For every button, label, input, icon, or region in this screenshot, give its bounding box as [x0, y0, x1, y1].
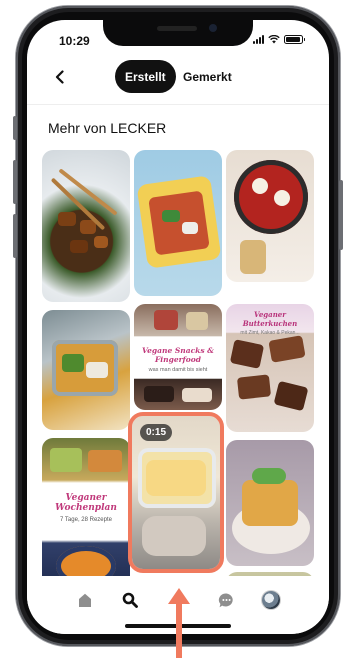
- back-button[interactable]: [47, 64, 73, 90]
- wifi-icon: [268, 35, 280, 44]
- status-icons: [253, 35, 305, 44]
- pin-vegan-snacks[interactable]: Vegane Snacks & Fingerfood was man damit…: [134, 304, 222, 410]
- tab-saved[interactable]: Gemerkt: [183, 60, 232, 93]
- speaker-grill: [157, 26, 197, 31]
- status-time: 10:29: [59, 34, 90, 48]
- nav-home[interactable]: [71, 586, 99, 614]
- pin-butter-cake-subtitle: mit Zimt, Kakao & Pekan...: [240, 330, 300, 336]
- pin-vegan-weekplan[interactable]: Veganer Wochenplan 7 Tage, 28 Rezepte: [42, 438, 130, 588]
- pointer-arrow-icon: [168, 588, 190, 658]
- pin-weekplan-title: Veganer Wochenplan: [55, 493, 117, 513]
- power-button: [339, 180, 343, 250]
- phone-screen: 10:29 Erstellt Gemerkt Mehr von LECKER V…: [27, 20, 329, 634]
- home-icon: [79, 593, 91, 607]
- notch: [103, 20, 253, 46]
- pin-shakshuka[interactable]: [226, 150, 314, 282]
- pin-teriyaki-tofu[interactable]: [42, 150, 130, 302]
- pin-baked-vegetables[interactable]: [134, 150, 222, 296]
- pin-snacks-subtitle: was man damit bis sieht: [148, 367, 208, 373]
- silent-switch: [13, 116, 17, 140]
- nav-search[interactable]: [116, 586, 144, 614]
- volume-up-button: [13, 160, 17, 204]
- pin-weekplan-subtitle: 7 Tage, 28 Rezepte: [60, 517, 112, 523]
- signal-icon: [253, 35, 264, 44]
- pin-butter-cake-title: Veganer Butterkuchen: [242, 310, 298, 328]
- chevron-left-icon: [55, 70, 64, 84]
- volume-down-button: [13, 214, 17, 258]
- highlight-frame: [128, 412, 224, 573]
- pin-snacks-title: Vegane Snacks & Fingerfood: [142, 346, 214, 364]
- section-title: Mehr von LECKER: [48, 120, 167, 136]
- profile-avatar: [262, 591, 280, 609]
- profile-header: Erstellt Gemerkt: [27, 58, 329, 98]
- front-camera: [209, 24, 217, 32]
- header-divider: [27, 104, 329, 105]
- pin-veggie-curry-box[interactable]: [42, 310, 130, 430]
- battery-icon: [284, 35, 305, 44]
- battery-fill: [286, 37, 300, 42]
- chat-icon: [218, 592, 233, 607]
- nav-profile[interactable]: [257, 586, 285, 614]
- nav-chat[interactable]: [212, 586, 240, 614]
- search-icon: [122, 592, 138, 608]
- pin-vegan-butter-cake[interactable]: Veganer Butterkuchen mit Zimt, Kakao & P…: [226, 304, 314, 432]
- tab-created[interactable]: Erstellt: [115, 60, 176, 93]
- pin-waffles[interactable]: [226, 440, 314, 566]
